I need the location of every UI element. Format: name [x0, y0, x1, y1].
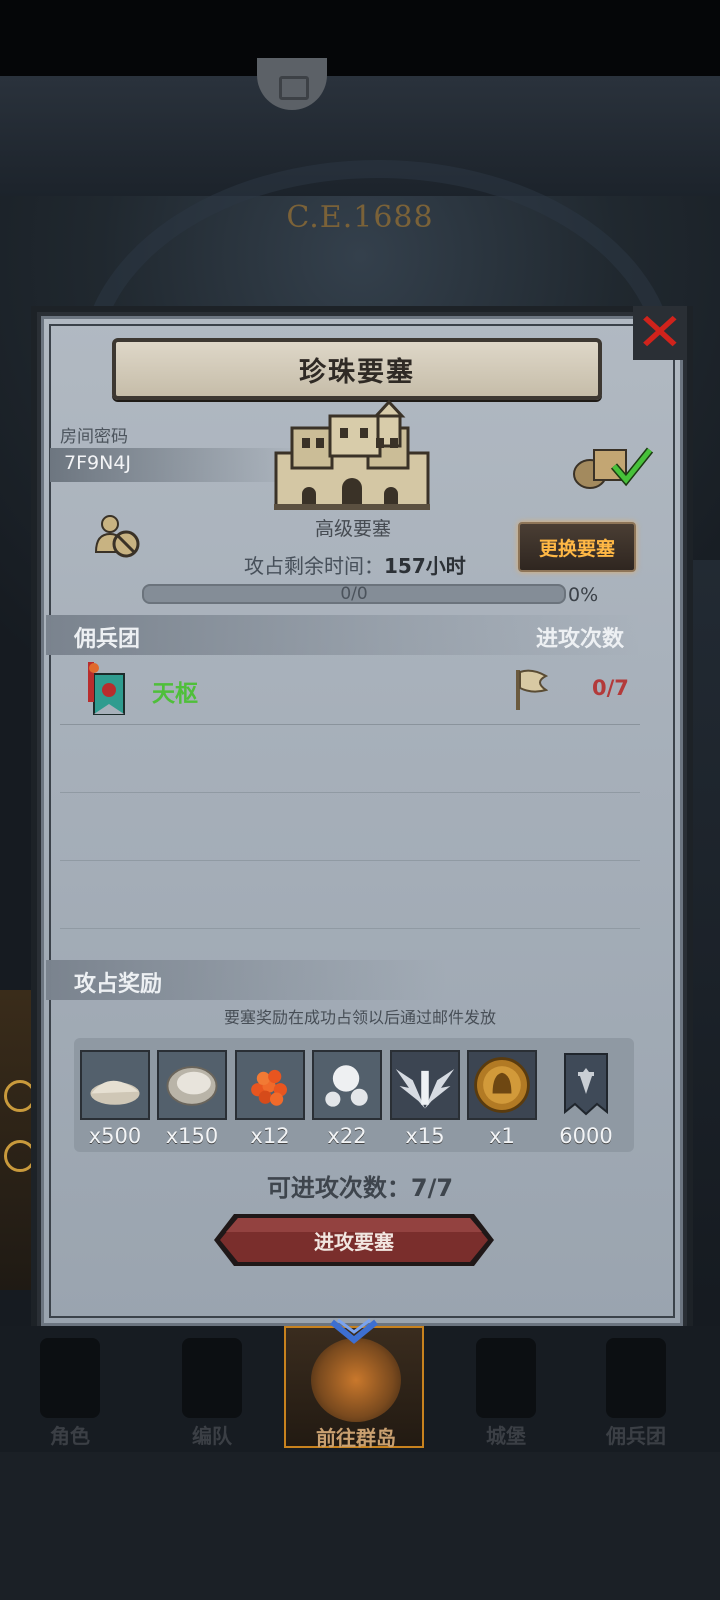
- reward-note: 要塞奖励在成功占领以后通过邮件发放: [223, 1008, 496, 1027]
- remaining-time: 攻占剩余时间：157小时: [244, 550, 466, 579]
- mercenary-row[interactable]: [60, 658, 640, 725]
- nav-label: 佣兵团: [606, 1424, 666, 1448]
- reward-item[interactable]: x150: [157, 1050, 227, 1148]
- change-fortress-button[interactable]: 更换要塞: [518, 522, 636, 572]
- bottom-strip: [0, 1452, 720, 1600]
- attack-count-title: 进攻次数: [536, 627, 625, 652]
- oyster-icon: [166, 1066, 218, 1106]
- room-password-label: 房间密码: [60, 427, 128, 447]
- reward-item[interactable]: x22: [312, 1050, 382, 1148]
- reward-item[interactable]: x500: [80, 1050, 150, 1148]
- empty-row-divider: [60, 928, 640, 929]
- nav-label: 编队: [192, 1424, 232, 1448]
- close-x-icon: ✕: [636, 303, 684, 363]
- reward-section-title: 攻占奖励: [74, 972, 163, 997]
- flag-icon: [516, 669, 548, 710]
- character-icon: [40, 1338, 100, 1418]
- mercenary-name: 天枢: [152, 681, 198, 707]
- empty-row-divider: [60, 860, 640, 861]
- mercenary-attack-count: 0/7: [592, 676, 629, 700]
- islands-icon: [311, 1338, 401, 1422]
- chevron-down-icon: [330, 1318, 378, 1344]
- formation-icon: [182, 1338, 242, 1418]
- reward-qty: x150: [165, 1124, 219, 1148]
- capture-progress-percent: 0%: [568, 584, 599, 606]
- era-text: C.E.1688: [286, 200, 434, 235]
- remaining-time-value: 157小时: [384, 554, 466, 578]
- fortress-level-label: 高级要塞: [314, 518, 391, 540]
- nav-item-formation[interactable]: 编队: [142, 1326, 282, 1448]
- attack-fortress-button[interactable]: 进攻要塞: [212, 1226, 496, 1255]
- mercenary-section-title: 佣兵团: [74, 627, 141, 652]
- reward-qty: x500: [88, 1124, 142, 1148]
- attacks-remaining-label: 可进攻次数：: [266, 1174, 411, 1202]
- roe-icon: [251, 1069, 287, 1106]
- nav-item-castle[interactable]: 城堡: [436, 1326, 576, 1448]
- reward-item[interactable]: 6000: [551, 1050, 621, 1148]
- pearl-icon: [325, 1065, 368, 1107]
- room-code[interactable]: 7F9N4J: [64, 452, 131, 474]
- knight-medal-icon: [474, 1057, 530, 1113]
- remaining-time-label: 攻占剩余时间：: [244, 554, 384, 578]
- mercenary-banner-icon: [88, 662, 125, 715]
- attacks-remaining-value: 7/7: [410, 1174, 454, 1202]
- supply-check-icon: [573, 447, 654, 489]
- title-plate: 珍珠要塞: [112, 338, 602, 400]
- left-side-panel: [0, 990, 36, 1290]
- castle-icon: [476, 1338, 536, 1418]
- reward-item[interactable]: x1: [467, 1050, 537, 1148]
- reward-item[interactable]: x12: [235, 1050, 305, 1148]
- nav-item-character[interactable]: 角色: [0, 1326, 140, 1448]
- salt-pile-icon: [90, 1080, 140, 1105]
- reward-qty: x12: [250, 1124, 290, 1148]
- nav-label: 城堡: [486, 1424, 526, 1448]
- empty-row-divider: [60, 792, 640, 793]
- modal-title: 珍珠要塞: [299, 356, 415, 388]
- attacks-remaining: 可进攻次数：7/7: [0, 1168, 720, 1203]
- nav-label: 前往群岛: [316, 1426, 396, 1450]
- nav-item-mercenary[interactable]: 佣兵团: [566, 1326, 706, 1448]
- reward-qty: x15: [405, 1124, 445, 1148]
- close-button[interactable]: ✕: [633, 306, 687, 360]
- nav-label: 角色: [50, 1424, 90, 1448]
- no-user-icon[interactable]: [94, 512, 142, 560]
- reward-qty: 6000: [559, 1124, 613, 1148]
- silver-wings-icon: [395, 1068, 455, 1109]
- fortress-castle-icon: [274, 399, 430, 510]
- banner-icon: [564, 1053, 608, 1116]
- reward-qty: x1: [489, 1124, 515, 1148]
- reward-qty: x22: [327, 1124, 367, 1148]
- reward-item[interactable]: x15: [390, 1050, 460, 1148]
- mercenary-icon: [606, 1338, 666, 1418]
- capture-progress-text: 0/0: [340, 584, 368, 604]
- target-icon[interactable]: [4, 1080, 36, 1112]
- status-bar-area: [0, 0, 720, 76]
